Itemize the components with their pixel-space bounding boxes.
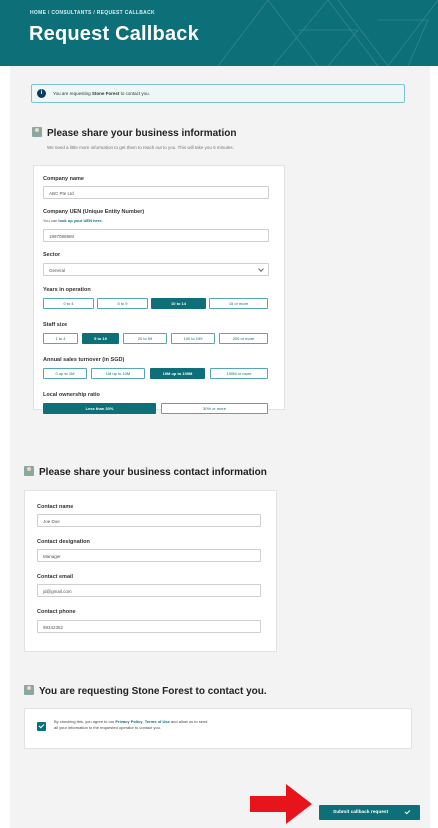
- staff-option[interactable]: 200 or more: [219, 333, 268, 344]
- privacy-policy-link[interactable]: Privacy Policy: [115, 719, 142, 724]
- business-section-title: Please share your business information: [32, 127, 237, 139]
- submit-label: Submit callback request: [333, 810, 389, 815]
- ownership-label: Local ownership ratio: [43, 392, 100, 398]
- contact-phone-input[interactable]: 98342352: [37, 620, 261, 633]
- turnover-option-selected[interactable]: 10M up to 100M: [150, 368, 205, 379]
- notice-text: You are requesting Stone Forest to conta…: [53, 91, 150, 96]
- turnover-option[interactable]: 100M or more: [210, 368, 268, 379]
- contact-section-title: Please share your business contact infor…: [24, 466, 267, 478]
- staff-option[interactable]: 20 to 99: [123, 333, 167, 344]
- staff-option[interactable]: 100 to 199: [171, 333, 215, 344]
- header-decoration: [217, 0, 438, 66]
- notice-company: Stone Forest: [91, 91, 120, 96]
- turnover-option[interactable]: 0 up to 1M: [43, 368, 87, 379]
- company-name-input[interactable]: ABC Pte Ltd: [43, 186, 269, 199]
- uen-helper: You can look up your UEN here.: [43, 218, 103, 223]
- contact-email-label: Contact email: [37, 574, 74, 580]
- turnover-option[interactable]: 1M up to 10M: [91, 368, 145, 379]
- business-section-subtitle: We need a little more information to get…: [47, 145, 234, 150]
- uen-input[interactable]: 19970859IM: [43, 229, 269, 242]
- years-label: Years in operation: [43, 287, 91, 293]
- staff-option[interactable]: 1 to 4: [43, 333, 78, 344]
- years-option[interactable]: 5 to 9: [97, 298, 148, 309]
- consent-text: By checking this, you agree to our Priva…: [54, 719, 208, 730]
- consultant-avatar-icon: [24, 466, 34, 476]
- breadcrumb-current: REQUEST CALLBACK: [96, 10, 155, 16]
- check-icon: [404, 808, 411, 815]
- years-option[interactable]: 15 or more: [209, 298, 268, 309]
- years-option[interactable]: 0 to 4: [43, 298, 94, 309]
- sector-value: General: [49, 268, 66, 273]
- breadcrumb-consultants[interactable]: CONSULTANTS: [51, 10, 91, 16]
- page-title: Request Callback: [29, 23, 199, 45]
- sector-select[interactable]: General: [43, 263, 269, 276]
- breadcrumb: HOME / CONSULTANTS / REQUEST CALLBACK: [30, 10, 155, 16]
- info-icon: i: [37, 89, 46, 98]
- breadcrumb-home[interactable]: HOME: [30, 10, 46, 16]
- consent-section-title: You are requesting Stone Forest to conta…: [24, 685, 267, 697]
- staff-option-selected[interactable]: 5 to 19: [82, 333, 119, 344]
- contact-phone-label: Contact phone: [37, 609, 76, 615]
- years-option-selected[interactable]: 10 to 14: [151, 298, 206, 309]
- consent-checkbox[interactable]: [37, 722, 46, 731]
- sector-label: Sector: [43, 252, 61, 258]
- red-arrow-icon: [250, 784, 312, 824]
- contact-name-label: Contact name: [37, 504, 74, 510]
- staff-label: Staff size: [43, 322, 68, 328]
- consultant-avatar-icon: [24, 685, 34, 695]
- request-notice: i You are requesting Stone Forest to con…: [31, 84, 405, 103]
- contact-designation-label: Contact designation: [37, 539, 90, 545]
- submit-callback-button[interactable]: Submit callback request: [319, 805, 420, 820]
- contact-name-input[interactable]: Joe Doe: [37, 514, 261, 527]
- breadcrumb-separator: /: [93, 10, 96, 16]
- company-name-label: Company name: [43, 176, 84, 182]
- consultant-avatar-icon: [32, 127, 42, 137]
- uen-label: Company UEN (Unique Entity Number): [43, 209, 145, 215]
- turnover-label: Annual sales turnover (in SGD): [43, 357, 125, 363]
- contact-email-input[interactable]: jd@gmail.com: [37, 584, 261, 597]
- page-header: HOME / CONSULTANTS / REQUEST CALLBACK Re…: [0, 0, 438, 66]
- terms-of-use-link[interactable]: Terms of Use: [145, 719, 170, 724]
- ownership-option[interactable]: 30% or more: [161, 403, 268, 414]
- ownership-option-selected[interactable]: Less than 30%: [43, 403, 156, 414]
- uen-lookup-link[interactable]: look up your UEN here.: [58, 218, 102, 223]
- chevron-down-icon: [258, 266, 264, 272]
- contact-designation-input[interactable]: Manager: [37, 549, 261, 562]
- breadcrumb-separator: /: [47, 10, 50, 16]
